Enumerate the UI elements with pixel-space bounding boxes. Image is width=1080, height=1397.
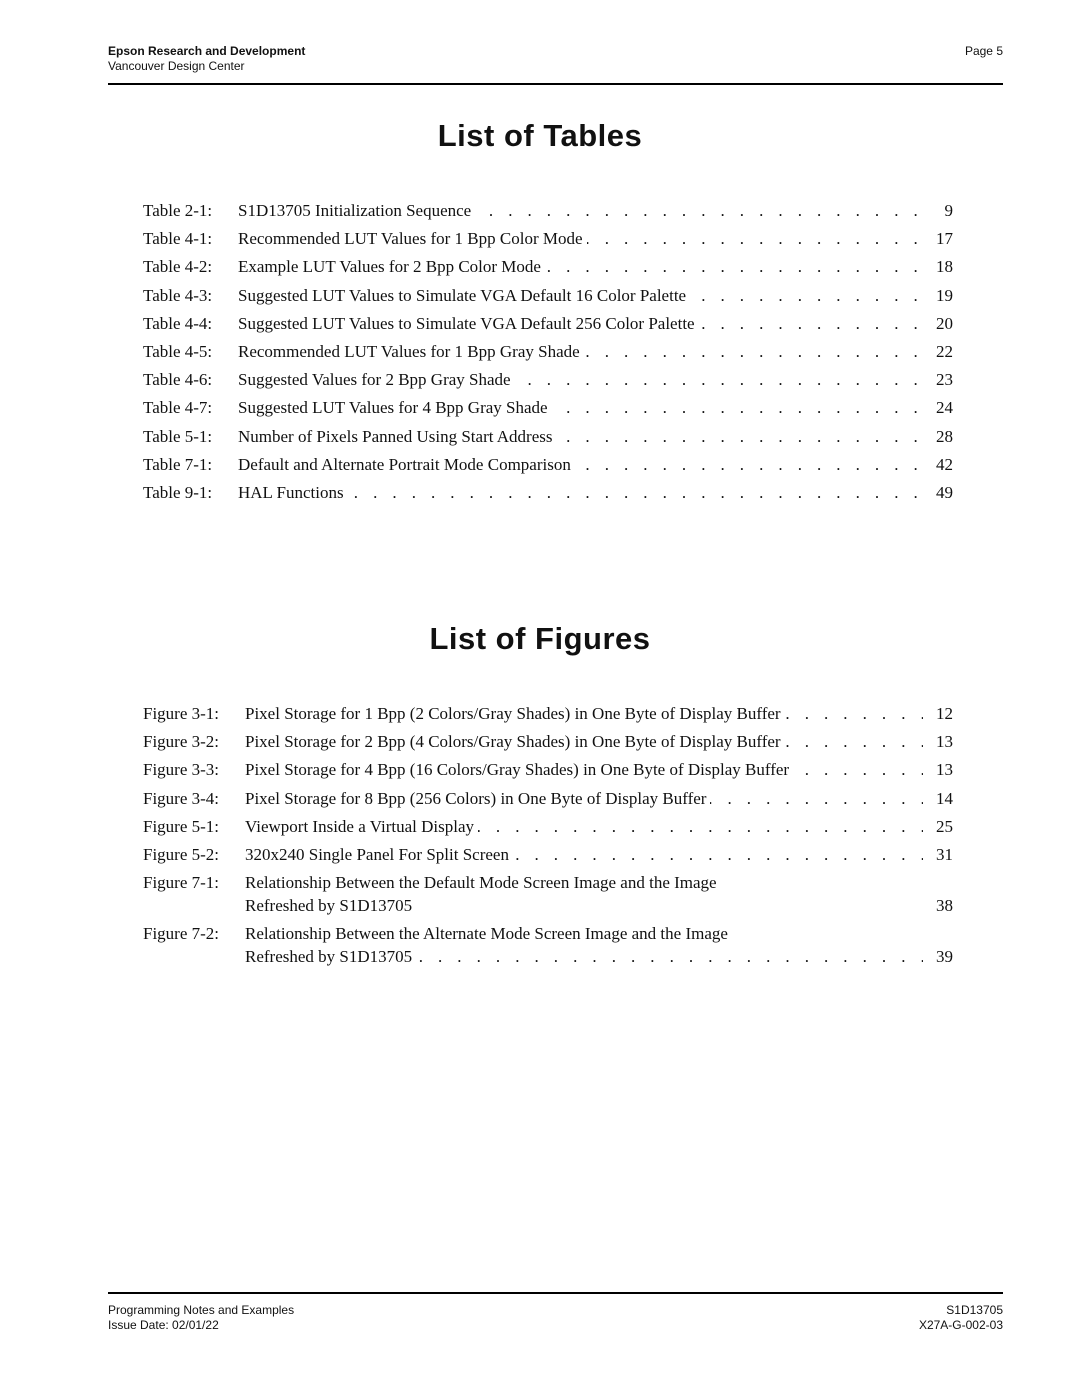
entry-title: Suggested LUT Values for 4 Bpp Gray Shad… [238, 398, 552, 418]
entry-title: Refreshed by S1D13705 [245, 896, 417, 916]
entry-label: Figure 3-2: [143, 732, 220, 752]
footer-rule [108, 1292, 1003, 1294]
entry-page-number: 14 [932, 787, 953, 810]
table-entry[interactable]: Table 4-7: Suggested LUT Values for 4 Bpp… [143, 397, 953, 425]
page-footer: Programming Notes and Examples Issue Dat… [108, 1303, 1003, 1333]
figure-entry[interactable]: Figure 3-1: Pixel Storage for 1 Bpp (2 Co… [143, 703, 953, 731]
entry-title: Pixel Storage for 4 Bpp (16 Colors/Gray … [245, 760, 794, 780]
entry-label: Figure 5-2: [143, 844, 220, 864]
entry-title: Relationship Between the Alternate Mode … [245, 924, 732, 944]
entry-title: HAL Functions [238, 482, 348, 502]
entry-label: Table 4-6: [143, 370, 213, 390]
entry-title: Example LUT Values for 2 Bpp Color Mode [238, 257, 545, 277]
list-of-figures: Figure 3-1: Pixel Storage for 1 Bpp (2 Co… [143, 703, 953, 974]
entry-label: Table 4-7: [143, 398, 213, 418]
entry-title: Suggested Values for 2 Bpp Gray Shade [238, 370, 515, 390]
entry-title: 320x240 Single Panel For Split Screen [245, 844, 513, 864]
figure-entry[interactable]: Figure 7-2: Relationship Between the Alte… [143, 923, 953, 974]
entry-label: Table 9-1: [143, 482, 213, 502]
entry-title: Pixel Storage for 8 Bpp (256 Colors) in … [245, 788, 711, 808]
entry-page-number: 31 [932, 843, 953, 866]
table-entry[interactable]: Table 7-1: Default and Alternate Portrait… [143, 453, 953, 482]
entry-page-number: 20 [932, 312, 953, 335]
entry-page-number: 18 [932, 256, 953, 279]
table-entry[interactable]: Table 4-5: Recommended LUT Values for 1 B… [143, 340, 953, 369]
footer-doc-title: Programming Notes and Examples [108, 1303, 295, 1317]
entry-page-number: 28 [932, 425, 953, 448]
entry-title: Recommended LUT Values for 1 Bpp Color M… [238, 229, 587, 249]
table-entry[interactable]: Table 2-1: S1D13705 Initialization Sequen… [143, 200, 953, 228]
figure-entry[interactable]: Figure 7-1: Relationship Between the Defa… [143, 872, 953, 923]
figure-entry[interactable]: Figure 3-3: Pixel Storage for 4 Bpp (16 C… [143, 759, 953, 787]
footer-doc-number: X27A-G-002-03 [918, 1318, 1003, 1332]
entry-page-number: 19 [932, 284, 953, 307]
footer-product: S1D13705 [946, 1303, 1003, 1317]
figure-entry[interactable]: Figure 5-2: 320x240 Single Panel For Spli… [143, 843, 953, 872]
table-entry[interactable]: Table 9-1: HAL Functions . . . . . . . . … [143, 481, 953, 510]
entry-page-number: 17 [932, 228, 953, 251]
entry-label: Table 4-2: [143, 257, 213, 277]
entry-title: Suggested LUT Values to Simulate VGA Def… [238, 285, 691, 305]
table-entry[interactable]: Table 4-6: Suggested Values for 2 Bpp Gra… [143, 369, 953, 397]
entry-title: Relationship Between the Default Mode Sc… [245, 873, 721, 893]
entry-label: Table 4-5: [143, 341, 213, 361]
entry-label: Table 4-3: [143, 285, 213, 305]
entry-title: Viewport Inside a Virtual Display [245, 816, 478, 836]
figure-entry[interactable]: Figure 3-4: Pixel Storage for 8 Bpp (256 … [143, 787, 953, 816]
entry-title: Refreshed by S1D13705 [245, 947, 417, 967]
entry-page-number: 12 [932, 703, 953, 725]
entry-label: Table 5-1: [143, 426, 213, 446]
entry-title: Suggested LUT Values to Simulate VGA Def… [238, 313, 699, 333]
entry-page-number: 9 [940, 200, 953, 222]
list-of-figures-title: List of Figures [429, 621, 651, 656]
entry-label: Figure 7-1: [143, 873, 220, 893]
entry-title: Number of Pixels Panned Using Start Addr… [238, 426, 557, 446]
entry-label: Table 2-1: [143, 201, 213, 220]
entry-page-number: 13 [932, 731, 953, 754]
table-entry[interactable]: Table 4-1: Recommended LUT Values for 1 B… [143, 228, 953, 256]
header-page-number: Page 5 [964, 44, 1003, 58]
entry-title: Pixel Storage for 1 Bpp (2 Colors/Gray S… [245, 704, 785, 723]
entry-label: Table 7-1: [143, 454, 213, 474]
entry-page-number: 49 [932, 481, 953, 504]
entry-title: Recommended LUT Values for 1 Bpp Gray Sh… [238, 341, 584, 361]
entry-page-number: 22 [932, 340, 953, 363]
entry-page-number: 38 [932, 895, 953, 918]
entry-title: Pixel Storage for 2 Bpp (4 Colors/Gray S… [245, 732, 785, 752]
entry-label: Figure 5-1: [143, 816, 220, 836]
entry-page-number: 39 [932, 946, 953, 969]
figure-entry[interactable]: Figure 3-2: Pixel Storage for 2 Bpp (4 Co… [143, 731, 953, 759]
list-of-tables-title: List of Tables [437, 118, 643, 153]
entry-page-number: 13 [932, 759, 953, 782]
entry-label: Figure 7-2: [143, 924, 220, 944]
table-entry[interactable]: Table 4-4: Suggested LUT Values to Simula… [143, 312, 953, 341]
figure-entry[interactable]: Figure 5-1: Viewport Inside a Virtual Dis… [143, 815, 953, 844]
header-division: Vancouver Design Center [108, 59, 245, 73]
entry-label: Table 4-1: [143, 229, 213, 249]
table-entry[interactable]: Table 4-2: Example LUT Values for 2 Bpp C… [143, 256, 953, 284]
entry-page-number: 25 [932, 815, 953, 838]
entry-label: Figure 3-1: [143, 704, 220, 723]
entry-page-number: 23 [932, 369, 953, 392]
entry-page-number: 42 [932, 453, 953, 476]
entry-label: Table 4-4: [143, 313, 213, 333]
footer-issue-date: Issue Date: 02/01/22 [108, 1318, 219, 1332]
header-company: Epson Research and Development [108, 44, 306, 58]
table-entry[interactable]: Table 4-3: Suggested LUT Values to Simula… [143, 284, 953, 313]
page-header: Epson Research and Development Vancouver… [108, 44, 1003, 74]
entry-title: S1D13705 Initialization Sequence [238, 201, 476, 220]
list-of-tables: Table 2-1: S1D13705 Initialization Sequen… [143, 200, 953, 510]
entry-label: Figure 3-3: [143, 760, 220, 780]
entry-label: Figure 3-4: [143, 788, 220, 808]
header-rule [108, 83, 1003, 85]
entry-title: Default and Alternate Portrait Mode Comp… [238, 454, 575, 474]
table-entry[interactable]: Table 5-1: Number of Pixels Panned Using … [143, 425, 953, 454]
entry-page-number: 24 [932, 397, 953, 420]
